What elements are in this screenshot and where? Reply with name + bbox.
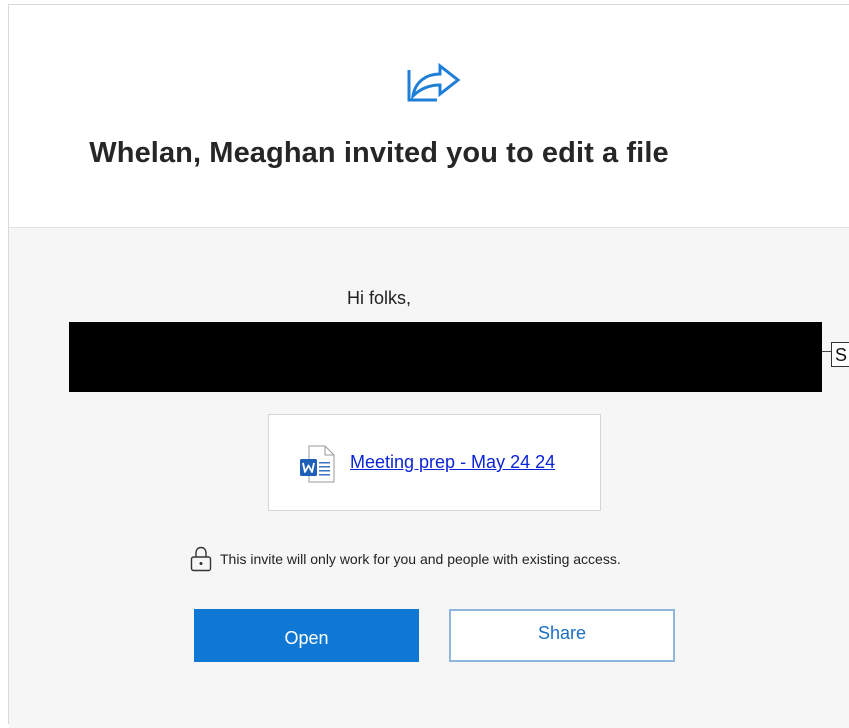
invite-body: Hi folks, S Meeting prep - May 24 24 Thi… <box>9 228 849 728</box>
invite-card: Whelan, Meaghan invited you to edit a fi… <box>8 4 849 728</box>
greeting-text: Hi folks, <box>346 288 411 308</box>
word-document-icon <box>300 445 335 483</box>
share-button[interactable]: Share <box>449 609 675 662</box>
access-notice-text: This invite will only work for you and p… <box>220 551 621 567</box>
access-notice: This invite will only work for you and p… <box>190 546 621 572</box>
truncated-text: S <box>831 342 849 367</box>
invite-header: Whelan, Meaghan invited you to edit a fi… <box>9 5 849 228</box>
redacted-message <box>69 322 822 392</box>
file-link[interactable]: Meeting prep - May 24 24 <box>350 452 555 473</box>
share-arrow-icon <box>407 62 461 102</box>
open-button[interactable]: Open <box>194 609 419 662</box>
lock-icon <box>190 546 212 572</box>
invite-title: Whelan, Meaghan invited you to edit a fi… <box>89 137 669 169</box>
file-card[interactable]: Meeting prep - May 24 24 <box>268 414 601 511</box>
